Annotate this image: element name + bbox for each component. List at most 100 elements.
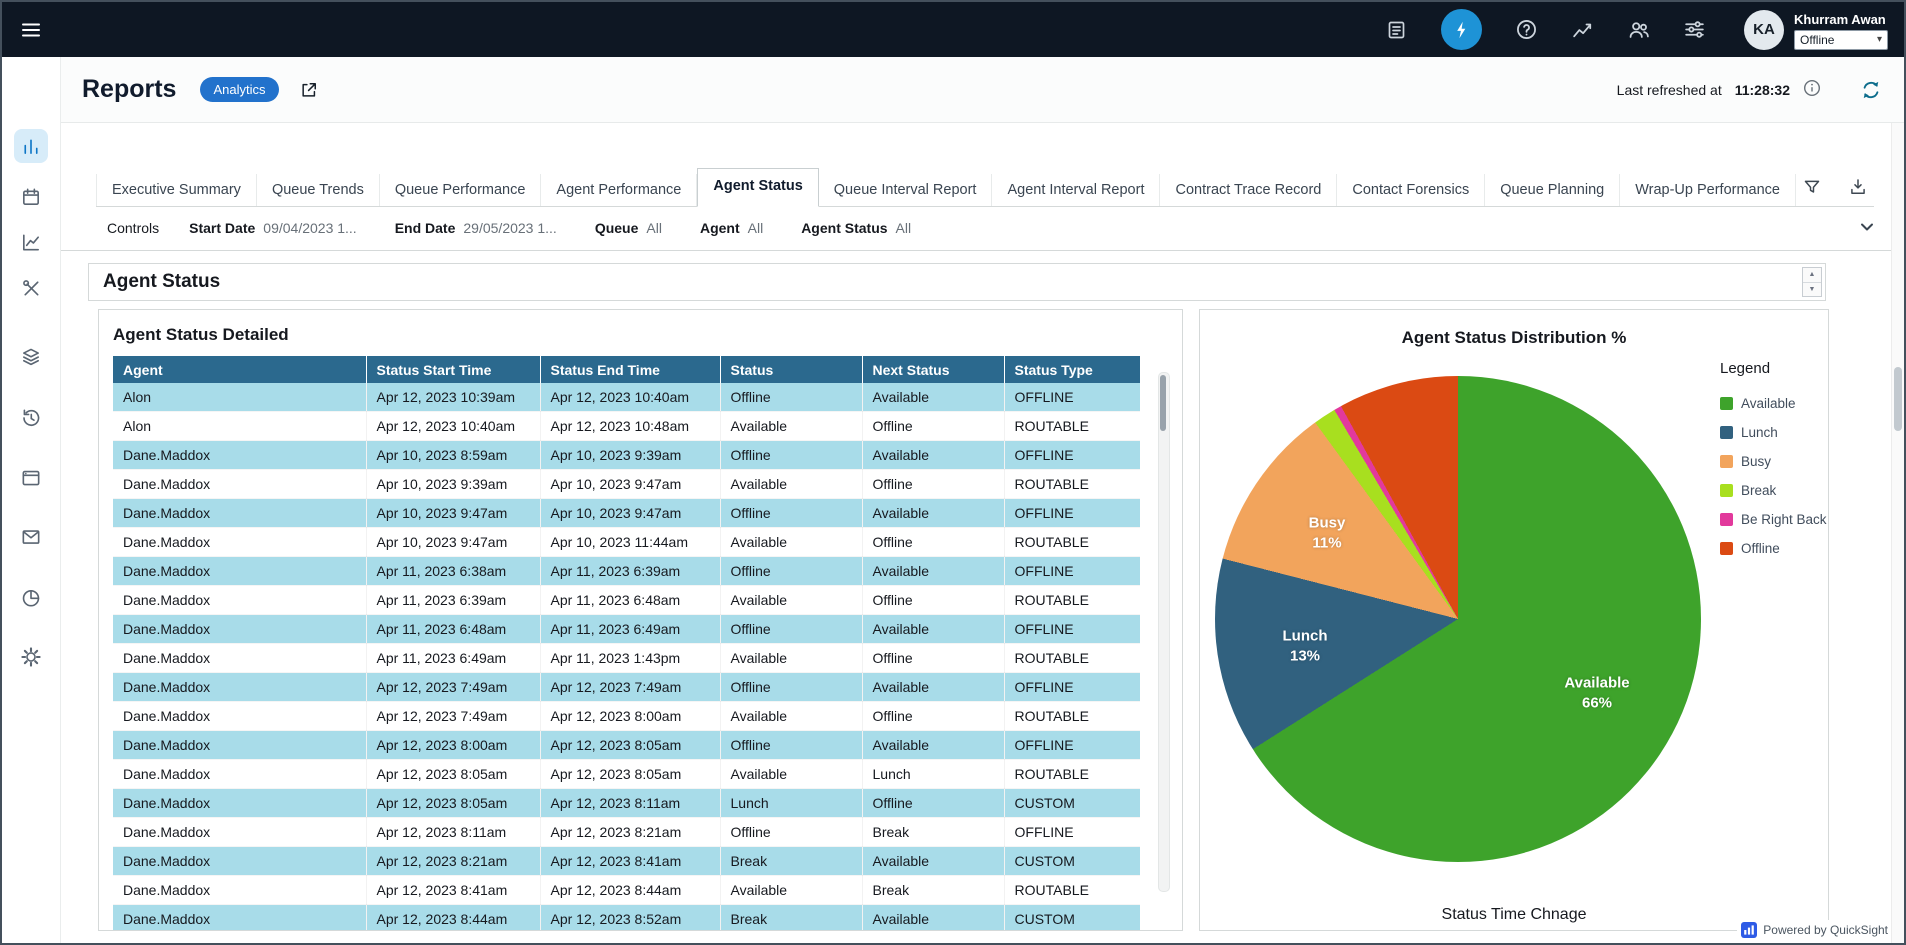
sidebar-item-calendar[interactable] [14, 180, 48, 214]
column-header-status-type[interactable]: Status Type [1004, 356, 1140, 383]
tab-agent-interval-report[interactable]: Agent Interval Report [992, 174, 1160, 206]
help-icon[interactable] [1514, 18, 1538, 42]
table-cell: Lunch [862, 760, 1004, 789]
page-scrollbar[interactable] [1891, 123, 1904, 943]
table-cell: Dane.Maddox [113, 499, 366, 528]
column-header-next-status[interactable]: Next Status [862, 356, 1004, 383]
pie-chart[interactable] [1215, 376, 1701, 862]
status-dropdown[interactable]: Offline ▾ [1794, 30, 1888, 50]
sidebar-item-analytics[interactable] [14, 129, 48, 163]
chart-title: Agent Status Distribution % [1200, 328, 1828, 348]
controls-collapse-chevron-icon[interactable] [1858, 218, 1876, 236]
column-header-agent[interactable]: Agent [113, 356, 366, 383]
table-row[interactable]: Dane.MaddoxApr 12, 2023 8:00amApr 12, 20… [113, 731, 1140, 760]
table-row[interactable]: Dane.MaddoxApr 12, 2023 8:11amApr 12, 20… [113, 818, 1140, 847]
table-row[interactable]: Dane.MaddoxApr 11, 2023 6:39amApr 11, 20… [113, 586, 1140, 615]
hamburger-menu-icon[interactable] [20, 19, 42, 41]
table-row[interactable]: Dane.MaddoxApr 12, 2023 8:05amApr 12, 20… [113, 760, 1140, 789]
page-scrollbar-thumb[interactable] [1894, 367, 1902, 431]
table-row[interactable]: Dane.MaddoxApr 10, 2023 9:47amApr 10, 20… [113, 528, 1140, 557]
stepper-up-icon[interactable]: ▲ [1803, 268, 1821, 283]
flash-icon[interactable] [1441, 9, 1482, 50]
preferences-icon[interactable] [1682, 18, 1706, 42]
filter-icon[interactable] [1802, 177, 1822, 202]
control-end-date[interactable]: End Date29/05/2023 1... [395, 220, 557, 236]
control-start-date[interactable]: Start Date09/04/2023 1... [189, 220, 357, 236]
table-cell: OFFLINE [1004, 499, 1140, 528]
info-icon[interactable] [1803, 79, 1821, 100]
table-row[interactable]: Dane.MaddoxApr 12, 2023 8:21amApr 12, 20… [113, 847, 1140, 876]
table-row[interactable]: AlonApr 12, 2023 10:40amApr 12, 2023 10:… [113, 412, 1140, 441]
tab-queue-interval-report[interactable]: Queue Interval Report [819, 174, 993, 206]
sidebar-item-settings[interactable] [14, 640, 48, 674]
tab-agent-status[interactable]: Agent Status [697, 168, 818, 207]
sidebar-item-contact-insights[interactable] [14, 581, 48, 615]
sidebar-item-mail[interactable] [14, 520, 48, 554]
notes-icon[interactable] [1385, 18, 1409, 42]
users-icon[interactable] [1626, 18, 1650, 42]
sidebar-item-history[interactable] [14, 401, 48, 435]
table-row[interactable]: Dane.MaddoxApr 10, 2023 9:39amApr 10, 20… [113, 470, 1140, 499]
sidebar-item-window[interactable] [14, 461, 48, 495]
legend-items: Available LunchBusyBreakBe Right BackOffl… [1720, 389, 1826, 563]
stepper-down-icon[interactable]: ▼ [1803, 283, 1821, 297]
tab-wrap-up-performance[interactable]: Wrap-Up Performance [1620, 174, 1796, 206]
column-header-status[interactable]: Status [720, 356, 862, 383]
column-header-status-end-time[interactable]: Status End Time [540, 356, 720, 383]
table-row[interactable]: Dane.MaddoxApr 11, 2023 6:49amApr 11, 20… [113, 644, 1140, 673]
column-header-status-start-time[interactable]: Status Start Time [366, 356, 540, 383]
table-cell: Apr 12, 2023 8:00am [540, 702, 720, 731]
chart-footer: Status Time Chnage [1200, 906, 1828, 924]
legend-item-break[interactable]: Break [1720, 476, 1826, 505]
tab-agent-performance[interactable]: Agent Performance [541, 174, 697, 206]
table-scrollbar-thumb[interactable] [1160, 375, 1166, 431]
legend-item-busy[interactable]: Busy [1720, 447, 1826, 476]
table-row[interactable]: Dane.MaddoxApr 12, 2023 7:49amApr 12, 20… [113, 702, 1140, 731]
table-row[interactable]: Dane.MaddoxApr 12, 2023 7:49amApr 12, 20… [113, 673, 1140, 702]
legend-label: Available [1741, 396, 1796, 411]
tab-queue-trends[interactable]: Queue Trends [257, 174, 380, 206]
sidebar-item-layers[interactable] [14, 340, 48, 374]
table-row[interactable]: AlonApr 12, 2023 10:39amApr 12, 2023 10:… [113, 383, 1140, 412]
table-row[interactable]: Dane.MaddoxApr 12, 2023 8:41amApr 12, 20… [113, 876, 1140, 905]
legend-item-offline[interactable]: Offline [1720, 534, 1826, 563]
avatar[interactable]: KA [1744, 10, 1784, 50]
insights-icon[interactable] [1570, 18, 1594, 42]
table-cell: ROUTABLE [1004, 470, 1140, 499]
tab-queue-planning[interactable]: Queue Planning [1485, 174, 1620, 206]
control-agent[interactable]: AgentAll [700, 220, 763, 236]
control-queue[interactable]: QueueAll [595, 220, 662, 236]
table-cell: Apr 12, 2023 8:11am [540, 789, 720, 818]
tab-contract-trace-record[interactable]: Contract Trace Record [1160, 174, 1337, 206]
table-row[interactable]: Dane.MaddoxApr 12, 2023 8:05amApr 12, 20… [113, 789, 1140, 818]
legend-item-lunch[interactable]: Lunch [1720, 418, 1826, 447]
table-row[interactable]: Dane.MaddoxApr 11, 2023 6:48amApr 11, 20… [113, 615, 1140, 644]
table-header-row: AgentStatus Start TimeStatus End TimeSta… [113, 356, 1140, 383]
table-cell: Available [862, 847, 1004, 876]
table-row[interactable]: Dane.MaddoxApr 11, 2023 6:38amApr 11, 20… [113, 557, 1140, 586]
sheet-stepper[interactable]: ▲ ▼ [1802, 267, 1822, 297]
download-icon[interactable] [1848, 177, 1868, 202]
refresh-icon[interactable] [1860, 79, 1882, 101]
table-cell: OFFLINE [1004, 557, 1140, 586]
sidebar-item-metrics[interactable] [14, 225, 48, 259]
table-cell: Apr 10, 2023 8:59am [366, 441, 540, 470]
external-link-icon[interactable] [299, 80, 319, 100]
control-label: Agent [700, 220, 740, 236]
table-row[interactable]: Dane.MaddoxApr 10, 2023 8:59amApr 10, 20… [113, 441, 1140, 470]
table-cell: Lunch [720, 789, 862, 818]
table-row[interactable]: Dane.MaddoxApr 10, 2023 9:47amApr 10, 20… [113, 499, 1140, 528]
table-cell: Offline [720, 499, 862, 528]
powered-by-quicksight[interactable]: Powered by QuickSight [1737, 920, 1892, 940]
table-scrollbar[interactable] [1158, 372, 1170, 892]
table-cell: OFFLINE [1004, 441, 1140, 470]
tab-contact-forensics[interactable]: Contact Forensics [1337, 174, 1485, 206]
legend-item-available[interactable]: Available [1720, 389, 1826, 418]
table-row[interactable]: Dane.MaddoxApr 12, 2023 8:44amApr 12, 20… [113, 905, 1140, 932]
tab-executive-summary[interactable]: Executive Summary [96, 174, 257, 206]
tab-queue-performance[interactable]: Queue Performance [380, 174, 542, 206]
sidebar-item-tools[interactable] [14, 271, 48, 305]
table-cell: Apr 11, 2023 6:39am [366, 586, 540, 615]
control-agent-status[interactable]: Agent StatusAll [801, 220, 911, 236]
legend-item-be-right-back[interactable]: Be Right Back [1720, 505, 1826, 534]
